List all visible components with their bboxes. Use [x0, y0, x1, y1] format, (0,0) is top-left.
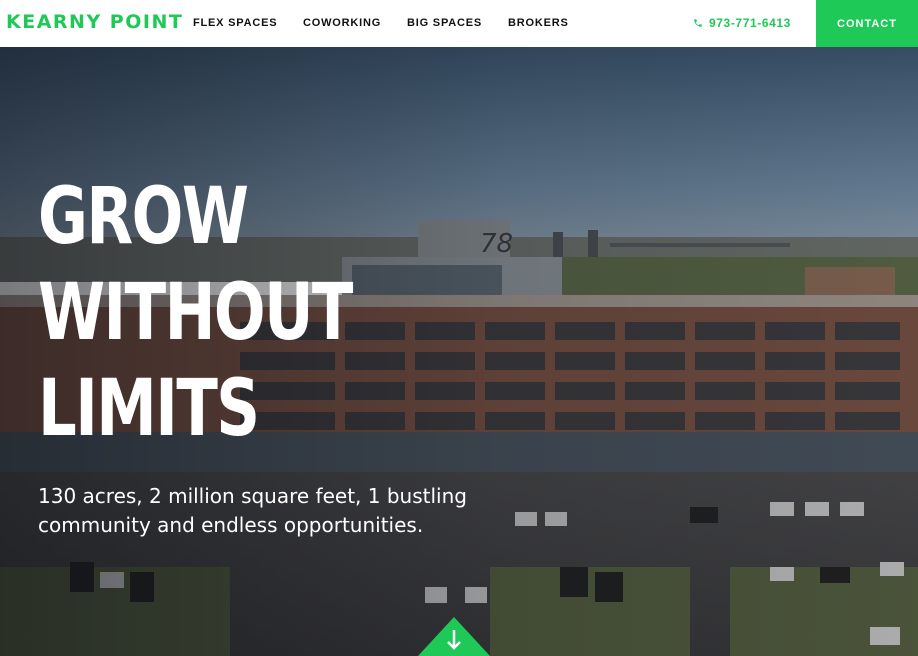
nav-link-flex-spaces[interactable]: FLEX SPACES	[193, 17, 277, 29]
hero-subtext: 130 acres, 2 million square feet, 1 bust…	[38, 484, 467, 537]
nav-link-brokers[interactable]: BROKERS	[508, 17, 569, 29]
phone-icon	[694, 19, 702, 27]
nav-link-coworking[interactable]: COWORKING	[303, 17, 381, 29]
kearny-point-logo[interactable]: KEARNY POINT	[6, 11, 183, 33]
phone-link[interactable]: 973-771-6413	[693, 16, 791, 30]
nav-link-big-spaces[interactable]: BIG SPACES	[407, 17, 482, 29]
hero-headline: GROW WITHOUT LIMITS	[38, 169, 353, 457]
top-navigation-bar: KEARNY POINT FLEX SPACES COWORKING BIG S…	[0, 0, 918, 47]
contact-button[interactable]: CONTACT	[816, 0, 918, 47]
phone-number: 973-771-6413	[709, 16, 791, 30]
headline-line-2: WITHOUT	[38, 268, 353, 358]
headline-line-1: GROW	[38, 172, 249, 262]
hero-section: 78	[0, 47, 918, 656]
scroll-down-button[interactable]	[418, 615, 490, 656]
headline-line-3: LIMITS	[38, 364, 260, 454]
